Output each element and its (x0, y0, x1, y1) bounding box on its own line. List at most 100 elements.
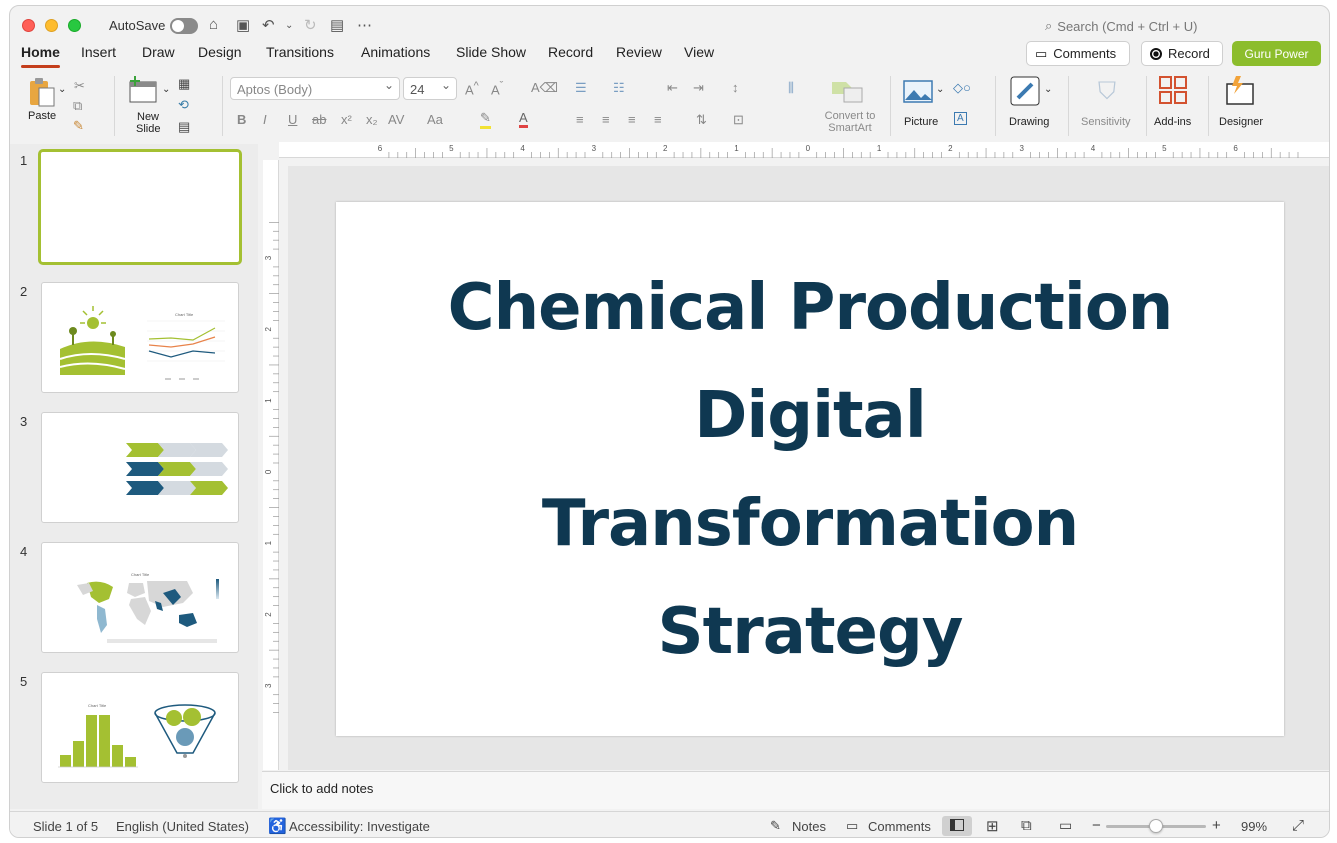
fit-to-window-icon[interactable]: ⤢ (1292, 817, 1304, 834)
strikethrough-icon[interactable]: ab (312, 112, 326, 127)
cut-icon[interactable]: ✂ (74, 78, 85, 94)
tab-design[interactable]: Design (198, 44, 242, 60)
text-direction-icon[interactable]: ⇅ (696, 112, 707, 128)
layout-icon[interactable]: ▦ (178, 76, 190, 92)
slide-show-icon[interactable]: ▭ (1059, 817, 1072, 834)
slide-thumbnail-4[interactable]: Chart Title (41, 542, 239, 653)
record-button[interactable]: Record (1141, 41, 1223, 66)
clear-formatting-icon[interactable]: A⌫ (531, 80, 558, 96)
numbering-icon[interactable]: ☷ (613, 80, 625, 96)
sensitivity-button[interactable]: ⛉ Sensitivity (1076, 76, 1138, 130)
horizontal-ruler[interactable]: 6 5 4 3 2 1 0 1 2 3 4 5 6 (279, 142, 1329, 158)
zoom-level[interactable]: 99% (1241, 819, 1267, 834)
increase-indent-icon[interactable]: ⇥ (693, 80, 704, 96)
notes-toggle[interactable]: Notes (792, 819, 826, 834)
copy-icon[interactable]: ⧉ (73, 98, 82, 114)
notes-pane[interactable]: Click to add notes (262, 771, 1329, 809)
change-case-icon[interactable]: Aa (427, 112, 443, 127)
tab-view[interactable]: View (684, 44, 714, 60)
highlight-icon[interactable]: ✎ (480, 110, 491, 129)
chevron-down-icon[interactable]: ⌄ (162, 84, 170, 95)
maximize-window-button[interactable] (68, 19, 81, 32)
align-center-icon[interactable]: ≡ (602, 112, 610, 127)
chevron-down-icon[interactable]: ⌄ (936, 84, 944, 95)
convert-to-smartart-button[interactable]: Convert to SmartArt (818, 76, 878, 136)
language-indicator[interactable]: English (United States) (116, 819, 249, 834)
tab-slide-show[interactable]: Slide Show (456, 44, 526, 60)
chevron-down-icon[interactable]: ⌄ (1044, 84, 1052, 95)
autosave-toggle[interactable] (170, 18, 198, 34)
bullets-icon[interactable]: ☰ (575, 80, 587, 96)
chevron-down-icon[interactable]: ⌄ (285, 20, 293, 31)
tab-record[interactable]: Record (548, 44, 593, 60)
align-text-icon[interactable]: ⊡ (733, 112, 744, 128)
add-ins-icon (1159, 76, 1187, 104)
slide-thumbnail-2[interactable]: Chart Title (41, 282, 239, 393)
shapes-icon[interactable]: ◇○ (953, 80, 971, 96)
comments-button[interactable]: ▭ Comments (1026, 41, 1130, 66)
undo-icon[interactable]: ↶ (262, 16, 275, 34)
font-color-icon[interactable]: A (519, 110, 528, 128)
normal-view-button[interactable] (942, 816, 972, 836)
columns-icon[interactable]: ⫼ (788, 80, 794, 96)
align-right-icon[interactable]: ≡ (628, 112, 636, 127)
justify-icon[interactable]: ≡ (654, 112, 662, 127)
superscript-icon[interactable]: x² (341, 112, 352, 127)
redo-icon[interactable]: ↻ (304, 16, 317, 34)
vertical-ruler[interactable]: 3 2 1 0 1 2 3 (263, 160, 279, 770)
slide-counter: Slide 1 of 5 (33, 819, 99, 834)
zoom-slider[interactable] (1106, 819, 1206, 833)
tab-transitions[interactable]: Transitions (266, 44, 334, 60)
more-icon[interactable]: ⋯ (357, 16, 372, 34)
tab-review[interactable]: Review (616, 44, 662, 60)
italic-icon[interactable]: I (263, 112, 267, 127)
paste-button[interactable]: Paste (24, 76, 62, 128)
chevron-down-icon[interactable]: ⌄ (58, 84, 66, 95)
slide-sorter-icon[interactable]: ⊞ (986, 817, 999, 835)
slide-title[interactable]: Chemical Production Digital Transformati… (376, 254, 1244, 686)
bold-icon[interactable]: B (237, 112, 246, 127)
zoom-in-icon[interactable]: + (1212, 817, 1221, 834)
tab-draw[interactable]: Draw (142, 44, 175, 60)
character-spacing-icon[interactable]: AV (388, 112, 404, 127)
zoom-out-icon[interactable]: − (1092, 817, 1101, 834)
comments-icon[interactable]: ▭ (846, 818, 858, 834)
tab-animations[interactable]: Animations (361, 44, 430, 60)
accessibility-icon[interactable]: ♿ (268, 817, 287, 835)
paste-label: Paste (28, 110, 57, 122)
underline-icon[interactable]: U (288, 112, 297, 127)
zoom-slider-thumb[interactable] (1149, 819, 1163, 833)
accessibility-status[interactable]: Accessibility: Investigate (289, 819, 430, 834)
current-slide[interactable]: Chemical Production Digital Transformati… (336, 202, 1284, 736)
subscript-icon[interactable]: x₂ (366, 112, 378, 127)
minimize-window-button[interactable] (45, 19, 58, 32)
save-as-icon[interactable]: ▤ (330, 16, 344, 34)
reset-icon[interactable]: ⟲ (178, 97, 189, 113)
font-name-select[interactable]: Aptos (Body) (230, 77, 400, 100)
add-ins-button[interactable]: Add-ins (1152, 76, 1196, 130)
tab-home[interactable]: Home (21, 44, 60, 68)
line-chart-thumbnail (147, 320, 225, 380)
decrease-font-icon[interactable]: Aˇ (491, 80, 503, 97)
search-box[interactable]: ⌕ Search (Cmd + Ctrl + U) (1045, 18, 1197, 34)
decrease-indent-icon[interactable]: ⇤ (667, 80, 678, 96)
guru-power-button[interactable]: Guru Power (1232, 41, 1321, 66)
save-icon[interactable]: ▣ (236, 16, 250, 34)
slide-thumbnail-1[interactable] (38, 149, 242, 265)
line-spacing-icon[interactable]: ↕ (732, 80, 739, 95)
section-icon[interactable]: ▤ (178, 119, 190, 135)
tab-insert[interactable]: Insert (81, 44, 116, 60)
align-left-icon[interactable]: ≡ (576, 112, 584, 127)
comments-toggle[interactable]: Comments (868, 819, 931, 834)
notes-icon[interactable]: ✎ (770, 818, 781, 834)
slide-thumbnail-3[interactable] (41, 412, 239, 523)
slide-thumbnail-5[interactable]: Chart Title (41, 672, 239, 783)
format-painter-icon[interactable]: ✎ (73, 118, 84, 134)
reading-view-icon[interactable]: ⧉ (1021, 817, 1032, 834)
designer-button[interactable]: Designer (1214, 76, 1268, 130)
close-window-button[interactable] (22, 19, 35, 32)
home-icon[interactable]: ⌂ (209, 16, 218, 33)
textbox-icon[interactable]: A (954, 112, 967, 125)
font-size-select[interactable]: 24 (403, 77, 457, 100)
increase-font-icon[interactable]: A^ (465, 80, 479, 97)
